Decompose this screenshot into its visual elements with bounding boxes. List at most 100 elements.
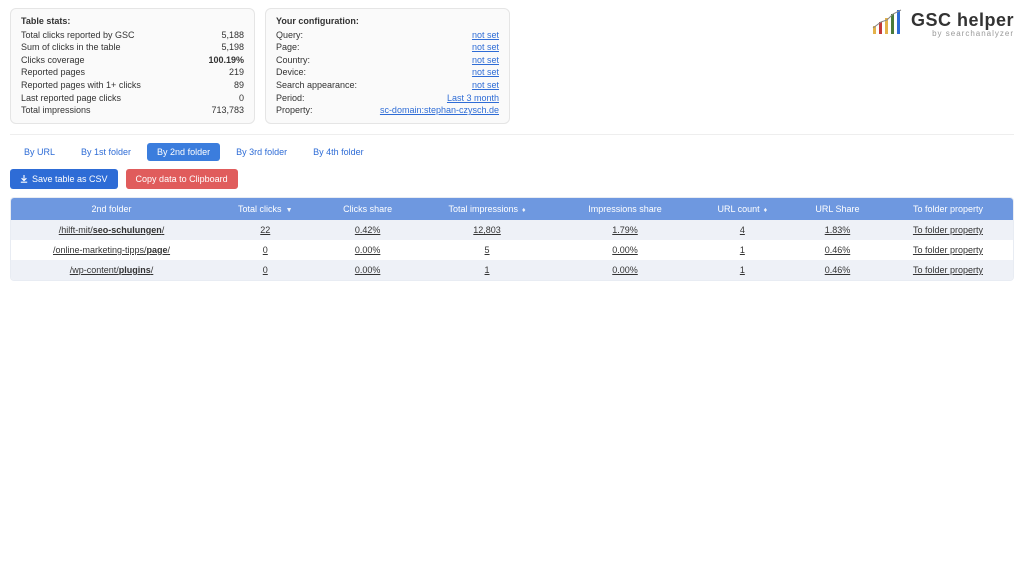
config-value-link[interactable]: Last 3 month <box>447 92 499 105</box>
config-label: Country: <box>276 54 310 67</box>
stats-rows: Total clicks reported by GSC 5,188 Sum of … <box>21 29 244 117</box>
col-header[interactable]: 2nd folder <box>11 198 212 220</box>
cell-value[interactable]: 1 <box>740 245 745 255</box>
to-folder-property-link[interactable]: To folder property <box>913 265 983 275</box>
tab-by-2nd-folder[interactable]: By 2nd folder <box>147 143 220 161</box>
cell-value[interactable]: 0.46% <box>825 245 851 255</box>
logo: GSC helper by searchanalyzer <box>871 8 1014 39</box>
stat-label: Clicks coverage <box>21 54 85 67</box>
stat-label: Reported pages <box>21 66 85 79</box>
cell-value[interactable]: 0 <box>263 245 268 255</box>
save-csv-label: Save table as CSV <box>32 174 108 184</box>
col-header[interactable]: Total impressions♦ <box>417 198 558 220</box>
table-cell: 0.46% <box>792 260 883 280</box>
col-header[interactable]: Clicks share <box>319 198 417 220</box>
stat-value: 100.19% <box>208 54 244 67</box>
table-cell: To folder property <box>883 260 1013 280</box>
stat-label: Total clicks reported by GSC <box>21 29 135 42</box>
stat-value: 713,783 <box>211 104 244 117</box>
table-cell: 1.83% <box>792 220 883 240</box>
stats-title: Table stats: <box>21 15 244 28</box>
to-folder-property-link[interactable]: To folder property <box>913 225 983 235</box>
col-header[interactable]: Impressions share <box>557 198 692 220</box>
tab-by-url[interactable]: By URL <box>14 143 65 161</box>
table-header-row: 2nd folder Total clicks▼ Clicks share Total… <box>11 198 1013 220</box>
table-cell: 22 <box>212 220 318 240</box>
cell-value[interactable]: 0.42% <box>355 225 381 235</box>
config-label: Search appearance: <box>276 79 357 92</box>
folder-link[interactable]: /online-marketing-tipps/page/ <box>53 245 170 255</box>
config-label: Page: <box>276 41 300 54</box>
cell-value[interactable]: 4 <box>740 225 745 235</box>
config-label: Property: <box>276 104 313 117</box>
table-cell: 0.00% <box>557 260 692 280</box>
config-value-link[interactable]: not set <box>472 29 499 42</box>
table-cell: 0.46% <box>792 240 883 260</box>
stat-row: Reported pages 219 <box>21 66 244 79</box>
stat-row: Clicks coverage 100.19% <box>21 54 244 67</box>
table-cell: 0.42% <box>319 220 417 240</box>
cell-value[interactable]: 12,803 <box>473 225 501 235</box>
separator <box>10 134 1014 135</box>
stat-value: 5,188 <box>221 29 244 42</box>
config-row: Device:not set <box>276 66 499 79</box>
stat-row: Last reported page clicks0 <box>21 92 244 105</box>
config-value-link[interactable]: not set <box>472 41 499 54</box>
col-label: Total impressions <box>449 204 519 214</box>
folder-link[interactable]: /wp-content/plugins/ <box>70 265 154 275</box>
cell-value[interactable]: 1 <box>740 265 745 275</box>
cell-value[interactable]: 0.00% <box>355 265 381 275</box>
save-csv-button[interactable]: Save table as CSV <box>10 169 118 189</box>
config-row: Property: sc-domain:stephan-czysch.de <box>276 104 499 117</box>
sort-icon: ▼ <box>286 207 293 214</box>
cell-value[interactable]: 1.79% <box>612 225 638 235</box>
folder-link[interactable]: /hilft-mit/seo-schulungen/ <box>59 225 165 235</box>
config-row: Query:not set <box>276 29 499 42</box>
table-cell: 1 <box>693 240 792 260</box>
stat-label: Sum of clicks in the table <box>21 41 121 54</box>
table-cell: 0 <box>212 240 318 260</box>
col-header[interactable]: Total clicks▼ <box>212 198 318 220</box>
table-cell: To folder property <box>883 240 1013 260</box>
config-row: Page: not set <box>276 41 499 54</box>
stat-label: Last reported page clicks <box>21 92 121 105</box>
table-cell: /wp-content/plugins/ <box>11 260 212 280</box>
tab-by-1st-folder[interactable]: By 1st folder <box>71 143 141 161</box>
table-row: /wp-content/plugins/0 0.00% 1 0.00% 1 0.46% To… <box>11 260 1013 280</box>
cell-value[interactable]: 0 <box>263 265 268 275</box>
cell-value[interactable]: 0.00% <box>612 265 638 275</box>
config-value-link[interactable]: not set <box>472 54 499 67</box>
cell-value[interactable]: 1.83% <box>825 225 851 235</box>
table-cell: 0 <box>212 260 318 280</box>
config-value-link[interactable]: sc-domain:stephan-czysch.de <box>380 104 499 117</box>
table-stats-card: Table stats: Total clicks reported by GS… <box>10 8 255 124</box>
stat-value: 219 <box>229 66 244 79</box>
to-folder-property-link[interactable]: To folder property <box>913 245 983 255</box>
config-value-link[interactable]: not set <box>472 79 499 92</box>
logo-chart-icon <box>871 8 907 39</box>
data-table: 2nd folder Total clicks▼ Clicks share Total… <box>11 198 1013 280</box>
col-header[interactable]: URL Share <box>792 198 883 220</box>
config-value-link[interactable]: not set <box>472 66 499 79</box>
table-cell: 1.79% <box>557 220 692 240</box>
action-buttons: Save table as CSV Copy data to Clipboard <box>10 169 1014 189</box>
cell-value[interactable]: 0.00% <box>612 245 638 255</box>
cell-value[interactable]: 0.00% <box>355 245 381 255</box>
cell-value[interactable]: 1 <box>485 265 490 275</box>
copy-clipboard-button[interactable]: Copy data to Clipboard <box>126 169 238 189</box>
tab-by-3rd-folder[interactable]: By 3rd folder <box>226 143 297 161</box>
stat-row: Reported pages with 1+ clicks89 <box>21 79 244 92</box>
cell-value[interactable]: 0.46% <box>825 265 851 275</box>
cell-value[interactable]: 22 <box>260 225 270 235</box>
config-label: Period: <box>276 92 305 105</box>
col-label: 2nd folder <box>92 204 132 214</box>
cell-value[interactable]: 5 <box>485 245 490 255</box>
table-body: /hilft-mit/seo-schulungen/22 0.42% 12,803 1… <box>11 220 1013 280</box>
col-label: Clicks share <box>343 204 392 214</box>
sort-icon: ♦ <box>764 207 768 214</box>
col-label: URL count <box>717 204 759 214</box>
col-label: To folder property <box>913 204 983 214</box>
col-header[interactable]: To folder property <box>883 198 1013 220</box>
tab-by-4th-folder[interactable]: By 4th folder <box>303 143 374 161</box>
col-header[interactable]: URL count ♦ <box>693 198 792 220</box>
